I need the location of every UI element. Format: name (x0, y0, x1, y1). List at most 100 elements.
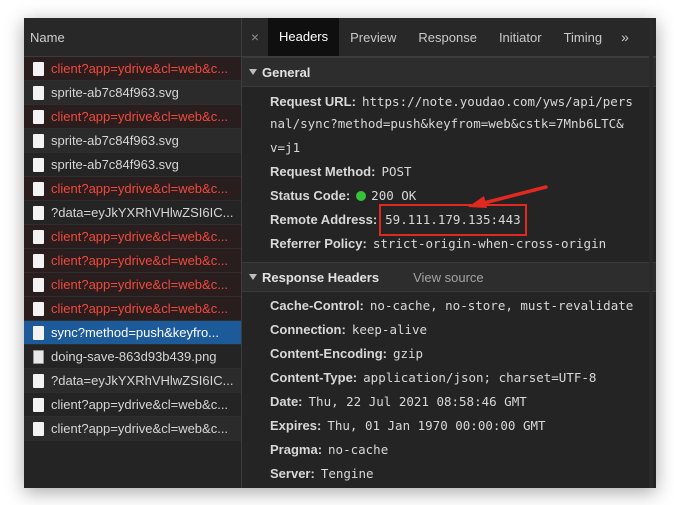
response-header-value: application/json; charset=UTF-8 (363, 370, 597, 385)
response-header-key: Expires: (270, 418, 322, 433)
status-code-row: Status Code: 200 OK (242, 184, 656, 208)
request-method-row: Request Method: POST (242, 160, 656, 184)
response-header-value: Thu, 01 Jan 1970 00:00:00 GMT (327, 418, 546, 433)
response-header-key: Server: (270, 466, 315, 481)
request-row[interactable]: sync?method=push&keyfro... (24, 321, 241, 345)
request-row[interactable]: client?app=ydrive&cl=web&c... (24, 177, 241, 201)
request-url-value-line-3: v=j1 (270, 140, 301, 155)
response-header-value: no-cache, no-store, must-revalidate (369, 298, 634, 313)
request-name: client?app=ydrive&cl=web&c... (51, 253, 229, 268)
request-name: client?app=ydrive&cl=web&c... (51, 61, 229, 76)
close-icon[interactable]: × (242, 18, 268, 56)
devtools-window: Name client?app=ydrive&cl=web&c... sprite… (24, 18, 656, 488)
response-header-row: Date: Thu, 22 Jul 2021 08:58:46 GMT (242, 390, 656, 414)
response-header-key: Pragma: (270, 442, 323, 457)
remote-address-row: Remote Address: 59.111.179.135:443 (242, 204, 656, 236)
request-row[interactable]: ?data=eyJkYXRhVHlwZSI6IC... (24, 201, 241, 225)
request-row[interactable]: client?app=ydrive&cl=web&c... (24, 297, 241, 321)
file-icon (33, 421, 44, 436)
general-title: General (262, 64, 311, 80)
general-section-header[interactable]: General (242, 57, 656, 87)
request-list-panel: Name client?app=ydrive&cl=web&c... sprite… (24, 18, 242, 488)
headers-panel: × Headers Preview Response Initiator Tim… (242, 18, 656, 488)
request-row[interactable]: ?data=eyJkYXRhVHlwZSI6IC... (24, 369, 241, 393)
tab-headers[interactable]: Headers (268, 18, 340, 56)
response-header-row: Server: Tengine (242, 462, 656, 486)
request-name: doing-save-863d93b439.png (51, 349, 217, 364)
scrollbar[interactable] (649, 18, 653, 488)
response-header-value: Tengine (320, 466, 374, 481)
file-icon (33, 205, 44, 220)
request-url-value-line-2: nal/sync?method=push&keyfrom=web&cstk=7M… (270, 116, 624, 131)
request-row[interactable]: client?app=ydrive&cl=web&c... (24, 57, 241, 81)
request-row[interactable]: client?app=ydrive&cl=web&c... (24, 105, 241, 129)
response-header-row: Content-Encoding: gzip (242, 342, 656, 366)
request-url-row: Request URL: https://note.youdao.com/yws… (242, 90, 656, 114)
more-tabs-icon[interactable]: » (613, 18, 637, 56)
name-header-label: Name (30, 29, 65, 45)
request-name: sprite-ab7c84f963.svg (51, 157, 179, 172)
response-header-row: Connection: keep-alive (242, 318, 656, 342)
response-header-key: Content-Encoding: (270, 346, 387, 361)
request-row[interactable]: sprite-ab7c84f963.svg (24, 153, 241, 177)
request-row[interactable]: sprite-ab7c84f963.svg (24, 129, 241, 153)
status-code-value: 200 OK (371, 188, 417, 203)
response-headers-section-header[interactable]: Response Headers View source (242, 262, 656, 292)
request-url-key: Request URL: (270, 94, 356, 109)
response-header-key: Date: (270, 394, 303, 409)
file-icon (33, 301, 44, 316)
request-name: ?data=eyJkYXRhVHlwZSI6IC... (51, 373, 234, 388)
request-row[interactable]: doing-save-863d93b439.png (24, 345, 241, 369)
file-icon (33, 157, 44, 172)
file-icon (33, 397, 44, 412)
file-icon (33, 85, 44, 100)
response-header-key: Connection: (270, 322, 346, 337)
request-row[interactable]: client?app=ydrive&cl=web&c... (24, 417, 241, 441)
triangle-down-icon (249, 69, 257, 75)
response-headers-title: Response Headers (262, 269, 380, 285)
tab-timing[interactable]: Timing (553, 18, 614, 56)
response-header-key: Content-Type: (270, 370, 358, 385)
general-section: Request URL: https://note.youdao.com/yws… (242, 87, 656, 256)
view-source-link[interactable]: View source (413, 270, 484, 285)
referrer-policy-row: Referrer Policy: strict-origin-when-cros… (242, 232, 656, 256)
remote-address-key: Remote Address: (270, 212, 378, 227)
file-icon (33, 229, 44, 244)
file-icon (33, 253, 44, 268)
tab-response[interactable]: Response (407, 18, 488, 56)
triangle-down-icon (249, 274, 257, 280)
tab-preview[interactable]: Preview (339, 18, 407, 56)
name-column-header[interactable]: Name (24, 18, 241, 57)
status-code-key: Status Code: (270, 188, 351, 203)
remote-address-value: 59.111.179.135:443 (379, 204, 527, 236)
file-icon (33, 61, 44, 76)
request-row[interactable]: client?app=ydrive&cl=web&c... (24, 273, 241, 297)
response-header-value: no-cache (328, 442, 389, 457)
image-file-icon (33, 349, 44, 364)
file-icon (33, 325, 44, 340)
status-code-value-wrap: 200 OK (356, 184, 416, 208)
request-method-key: Request Method: (270, 164, 376, 179)
file-icon (33, 133, 44, 148)
request-url-continuation: nal/sync?method=push&keyfrom=web&cstk=7M… (242, 112, 656, 160)
request-row[interactable]: sprite-ab7c84f963.svg (24, 81, 241, 105)
request-list: client?app=ydrive&cl=web&c... sprite-ab7c… (24, 57, 241, 441)
request-row[interactable]: client?app=ydrive&cl=web&c... (24, 393, 241, 417)
referrer-policy-key: Referrer Policy: (270, 236, 367, 251)
request-row[interactable]: client?app=ydrive&cl=web&c... (24, 249, 241, 273)
request-name: client?app=ydrive&cl=web&c... (51, 277, 229, 292)
file-icon (33, 373, 44, 388)
request-name: client?app=ydrive&cl=web&c... (51, 421, 229, 436)
response-header-row: Content-Type: application/json; charset=U… (242, 366, 656, 390)
response-header-row: Expires: Thu, 01 Jan 1970 00:00:00 GMT (242, 414, 656, 438)
status-dot-icon (356, 191, 367, 201)
response-header-value: keep-alive (351, 322, 428, 337)
tab-initiator[interactable]: Initiator (488, 18, 553, 56)
request-name: client?app=ydrive&cl=web&c... (51, 181, 229, 196)
request-name: sprite-ab7c84f963.svg (51, 85, 179, 100)
request-name: client?app=ydrive&cl=web&c... (51, 109, 229, 124)
response-headers-list: Cache-Control: no-cache, no-store, must-r… (242, 292, 656, 486)
request-name: sync?method=push&keyfro... (51, 325, 220, 340)
request-row[interactable]: client?app=ydrive&cl=web&c... (24, 225, 241, 249)
request-name: client?app=ydrive&cl=web&c... (51, 301, 229, 316)
